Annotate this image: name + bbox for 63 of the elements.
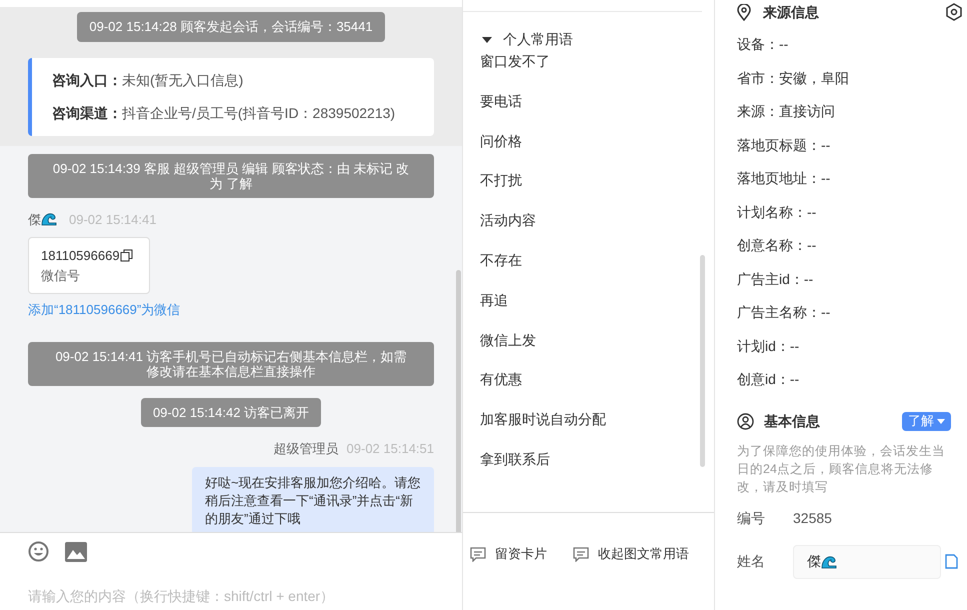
source-field: 设备：--: [737, 34, 963, 68]
message-input[interactable]: 请输入您的内容（换行快捷键：shift/ctrl + enter）: [28, 586, 434, 607]
settings-icon[interactable]: [945, 3, 963, 21]
phrase-group-toggle[interactable]: 个人常用语: [480, 29, 573, 50]
footer-button[interactable]: 留资卡片: [470, 545, 547, 563]
phrase-item[interactable]: 有优惠: [480, 368, 714, 408]
system-message: 09-02 15:14:42 访客已离开: [140, 398, 322, 427]
section-title: 来源信息: [763, 2, 819, 22]
phone-number: 18110596669: [41, 247, 120, 265]
system-message: 09-02 15:14:41 访客手机号已自动标记右侧基本信息栏，如需修改请在基本信息栏直接操作: [28, 342, 434, 386]
copy-icon[interactable]: [120, 249, 133, 262]
footer-button[interactable]: 收起图文常用语: [573, 545, 689, 563]
source-field: 计划名称：--: [737, 202, 963, 235]
phrase-item[interactable]: 活动内容: [480, 209, 714, 249]
phrase-item[interactable]: 拿到联系后: [480, 448, 714, 488]
source-field: 计划id：--: [737, 336, 963, 369]
wave-icon: [41, 211, 57, 228]
message-bubble: 好哒~现在安排客服加您介绍哈。请您稍后注意查看一下“通讯录”并点击“新的朋友”通过下哦: [192, 466, 434, 532]
field-label: 编号: [737, 508, 766, 528]
card-label: 微信号: [41, 266, 81, 284]
source-field: 广告主id：--: [737, 268, 963, 302]
phrase-item[interactable]: 再追: [480, 288, 714, 329]
field-value: 32585: [793, 508, 832, 528]
field-value: 傑: [807, 552, 821, 571]
wave-icon: [821, 554, 837, 570]
message-time: 09-02 15:14:51: [346, 440, 434, 458]
caret-icon: [937, 418, 945, 424]
notice-text: 为了保障您的使用体验，会话发生当日的24点之后，顾客信息将无法修改，请及时填写: [737, 442, 946, 496]
source-field: 落地页标题：--: [737, 134, 963, 168]
phrase-item[interactable]: 不打扰: [480, 169, 714, 210]
sender-name: 傑: [28, 210, 41, 228]
emoji-icon[interactable]: [28, 541, 49, 562]
source-field: 省市：安徽，阜阳: [737, 68, 963, 101]
entry-label: 咨询渠道：: [52, 104, 122, 122]
user-icon: [737, 412, 754, 430]
scrollbar[interactable]: [700, 255, 705, 467]
source-field: 创意id：--: [737, 369, 963, 402]
document-icon[interactable]: [945, 554, 958, 569]
entry-label: 咨询入口：: [52, 70, 122, 90]
source-field: 落地页地址：--: [737, 168, 963, 202]
image-icon[interactable]: [65, 542, 87, 562]
sender-name: 超级管理员: [274, 440, 339, 458]
section-title: 基本信息: [764, 412, 820, 430]
phrase-item[interactable]: 要电话: [480, 90, 714, 130]
source-field: 创意名称：--: [737, 235, 963, 268]
entry-value: 抖音企业号/员工号(抖音号ID：2839502213): [122, 104, 396, 123]
phrase-item[interactable]: 不存在: [480, 248, 714, 289]
comment-icon: [470, 546, 486, 562]
location-pin-icon: [737, 4, 751, 20]
phrase-item[interactable]: 窗口发不了: [480, 50, 714, 90]
field-label: 姓名: [737, 552, 766, 571]
message-time: 09-02 15:14:41: [69, 210, 156, 228]
system-message: 09-02 15:14:28 顾客发起会话，会话编号：35441: [77, 12, 385, 42]
source-field: 广告主名称：--: [737, 302, 963, 336]
source-field: 来源：直接访问: [737, 101, 963, 134]
phrase-item[interactable]: 微信上发: [480, 328, 714, 368]
name-field[interactable]: 傑: [793, 544, 941, 578]
system-message: 09-02 15:14:39 客服 超级管理员 编辑 顾客状态：由 未标记 改为 了解: [28, 154, 434, 198]
scrollbar[interactable]: [456, 270, 461, 532]
comment-icon: [573, 546, 589, 562]
phrase-item[interactable]: 问价格: [480, 130, 714, 170]
phrase-item[interactable]: 加客服时说自动分配: [480, 408, 714, 448]
entry-value: 未知(暂无入口信息): [122, 70, 244, 90]
